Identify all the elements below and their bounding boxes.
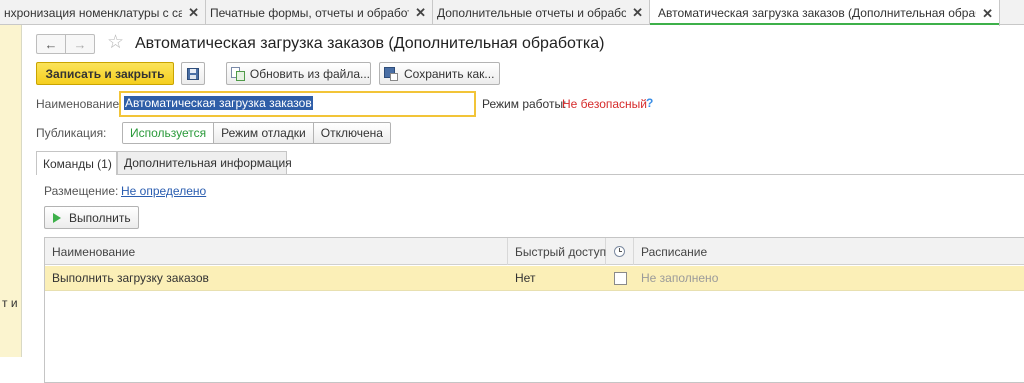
page-title: Автоматическая загрузка заказов (Дополни… [135,35,604,53]
run-button[interactable]: Выполнить [44,206,139,229]
tab-label: Автоматическая загрузка заказов (Дополни… [654,6,976,20]
save-button[interactable] [181,62,205,85]
left-side-panel: т и [0,25,22,357]
placement-link[interactable]: Не определено [121,184,206,198]
publication-label: Публикация: [36,126,106,140]
close-icon[interactable]: ✕ [415,6,426,19]
side-panel-text: т и [2,296,18,310]
publication-option-disabled[interactable]: Отключена [314,123,390,143]
window-tab-additional-reports[interactable]: Дополнительные отчеты и обработки ✕ [433,0,650,25]
back-button[interactable]: ← [36,34,66,54]
cell-name: Выполнить загрузку заказов [45,266,508,290]
name-field-value: Автоматическая загрузка заказов [124,96,313,110]
save-as-label: Сохранить как... [404,67,494,81]
placement-label: Размещение: [44,184,118,198]
mode-value: Не безопасный [562,97,647,111]
tab-label: Печатные формы, отчеты и обработки [210,6,409,20]
schedule-checkbox[interactable] [614,272,627,285]
close-icon[interactable]: ✕ [982,7,993,20]
help-icon[interactable]: ? [646,96,653,110]
column-header-name[interactable]: Наименование [45,238,508,265]
commands-table: Наименование Быстрый доступ Расписание В… [44,237,1024,383]
floppy-disk-icon [187,68,199,80]
forward-button[interactable]: → [65,34,95,54]
refresh-file-icon [231,67,244,81]
close-icon[interactable]: ✕ [188,6,199,19]
clock-icon [614,246,625,257]
tab-additional-info[interactable]: Дополнительная информация [117,151,287,174]
cell-quick-access: Нет [508,266,606,290]
close-icon[interactable]: ✕ [632,6,643,19]
window-tab-strip: нхронизация номенклатуры с сайта ✕ Печат… [0,0,1024,25]
refresh-from-file-label: Обновить из файла... [250,67,370,81]
publication-option-used[interactable]: Используется [123,123,214,143]
arrow-left-icon: ← [45,37,58,52]
save-as-button[interactable]: Сохранить как... [379,62,500,85]
name-field[interactable]: Автоматическая загрузка заказов [119,91,476,117]
window-tab-sync[interactable]: нхронизация номенклатуры с сайта ✕ [0,0,206,25]
processing-form: ← → ☆ Автоматическая загрузка заказов (Д… [23,26,1024,357]
column-header-quick-access[interactable]: Быстрый доступ [508,238,606,265]
arrow-right-icon: → [74,37,87,52]
mode-label: Режим работы: [482,97,566,111]
play-icon [53,213,61,223]
tab-label: Дополнительные отчеты и обработки [437,6,626,20]
tab-commands[interactable]: Команды (1) [36,151,117,175]
window-tab-print-forms[interactable]: Печатные формы, отчеты и обработки ✕ [206,0,433,25]
column-header-schedule-flag[interactable] [606,238,634,265]
save-as-icon [384,67,398,81]
favorite-star-icon[interactable]: ☆ [107,31,124,54]
table-row[interactable]: Выполнить загрузку заказов Нет Не заполн… [45,266,1024,291]
table-header: Наименование Быстрый доступ Расписание [45,238,1024,265]
tab-label: нхронизация номенклатуры с сайта [4,6,182,20]
cell-schedule: Не заполнено [634,266,1024,290]
publication-option-debug[interactable]: Режим отладки [214,123,314,143]
cell-schedule-flag [606,266,634,290]
name-label: Наименование: [36,97,123,111]
save-and-close-button[interactable]: Записать и закрыть [36,62,174,85]
refresh-from-file-button[interactable]: Обновить из файла... [226,62,371,85]
window-tab-auto-load-orders[interactable]: Автоматическая загрузка заказов (Дополни… [650,0,1000,26]
save-and-close-label: Записать и закрыть [46,67,165,81]
publication-switch: Используется Режим отладки Отключена [122,122,391,144]
tab-divider [36,174,1024,175]
run-label: Выполнить [69,211,131,225]
column-header-schedule[interactable]: Расписание [634,238,1024,265]
